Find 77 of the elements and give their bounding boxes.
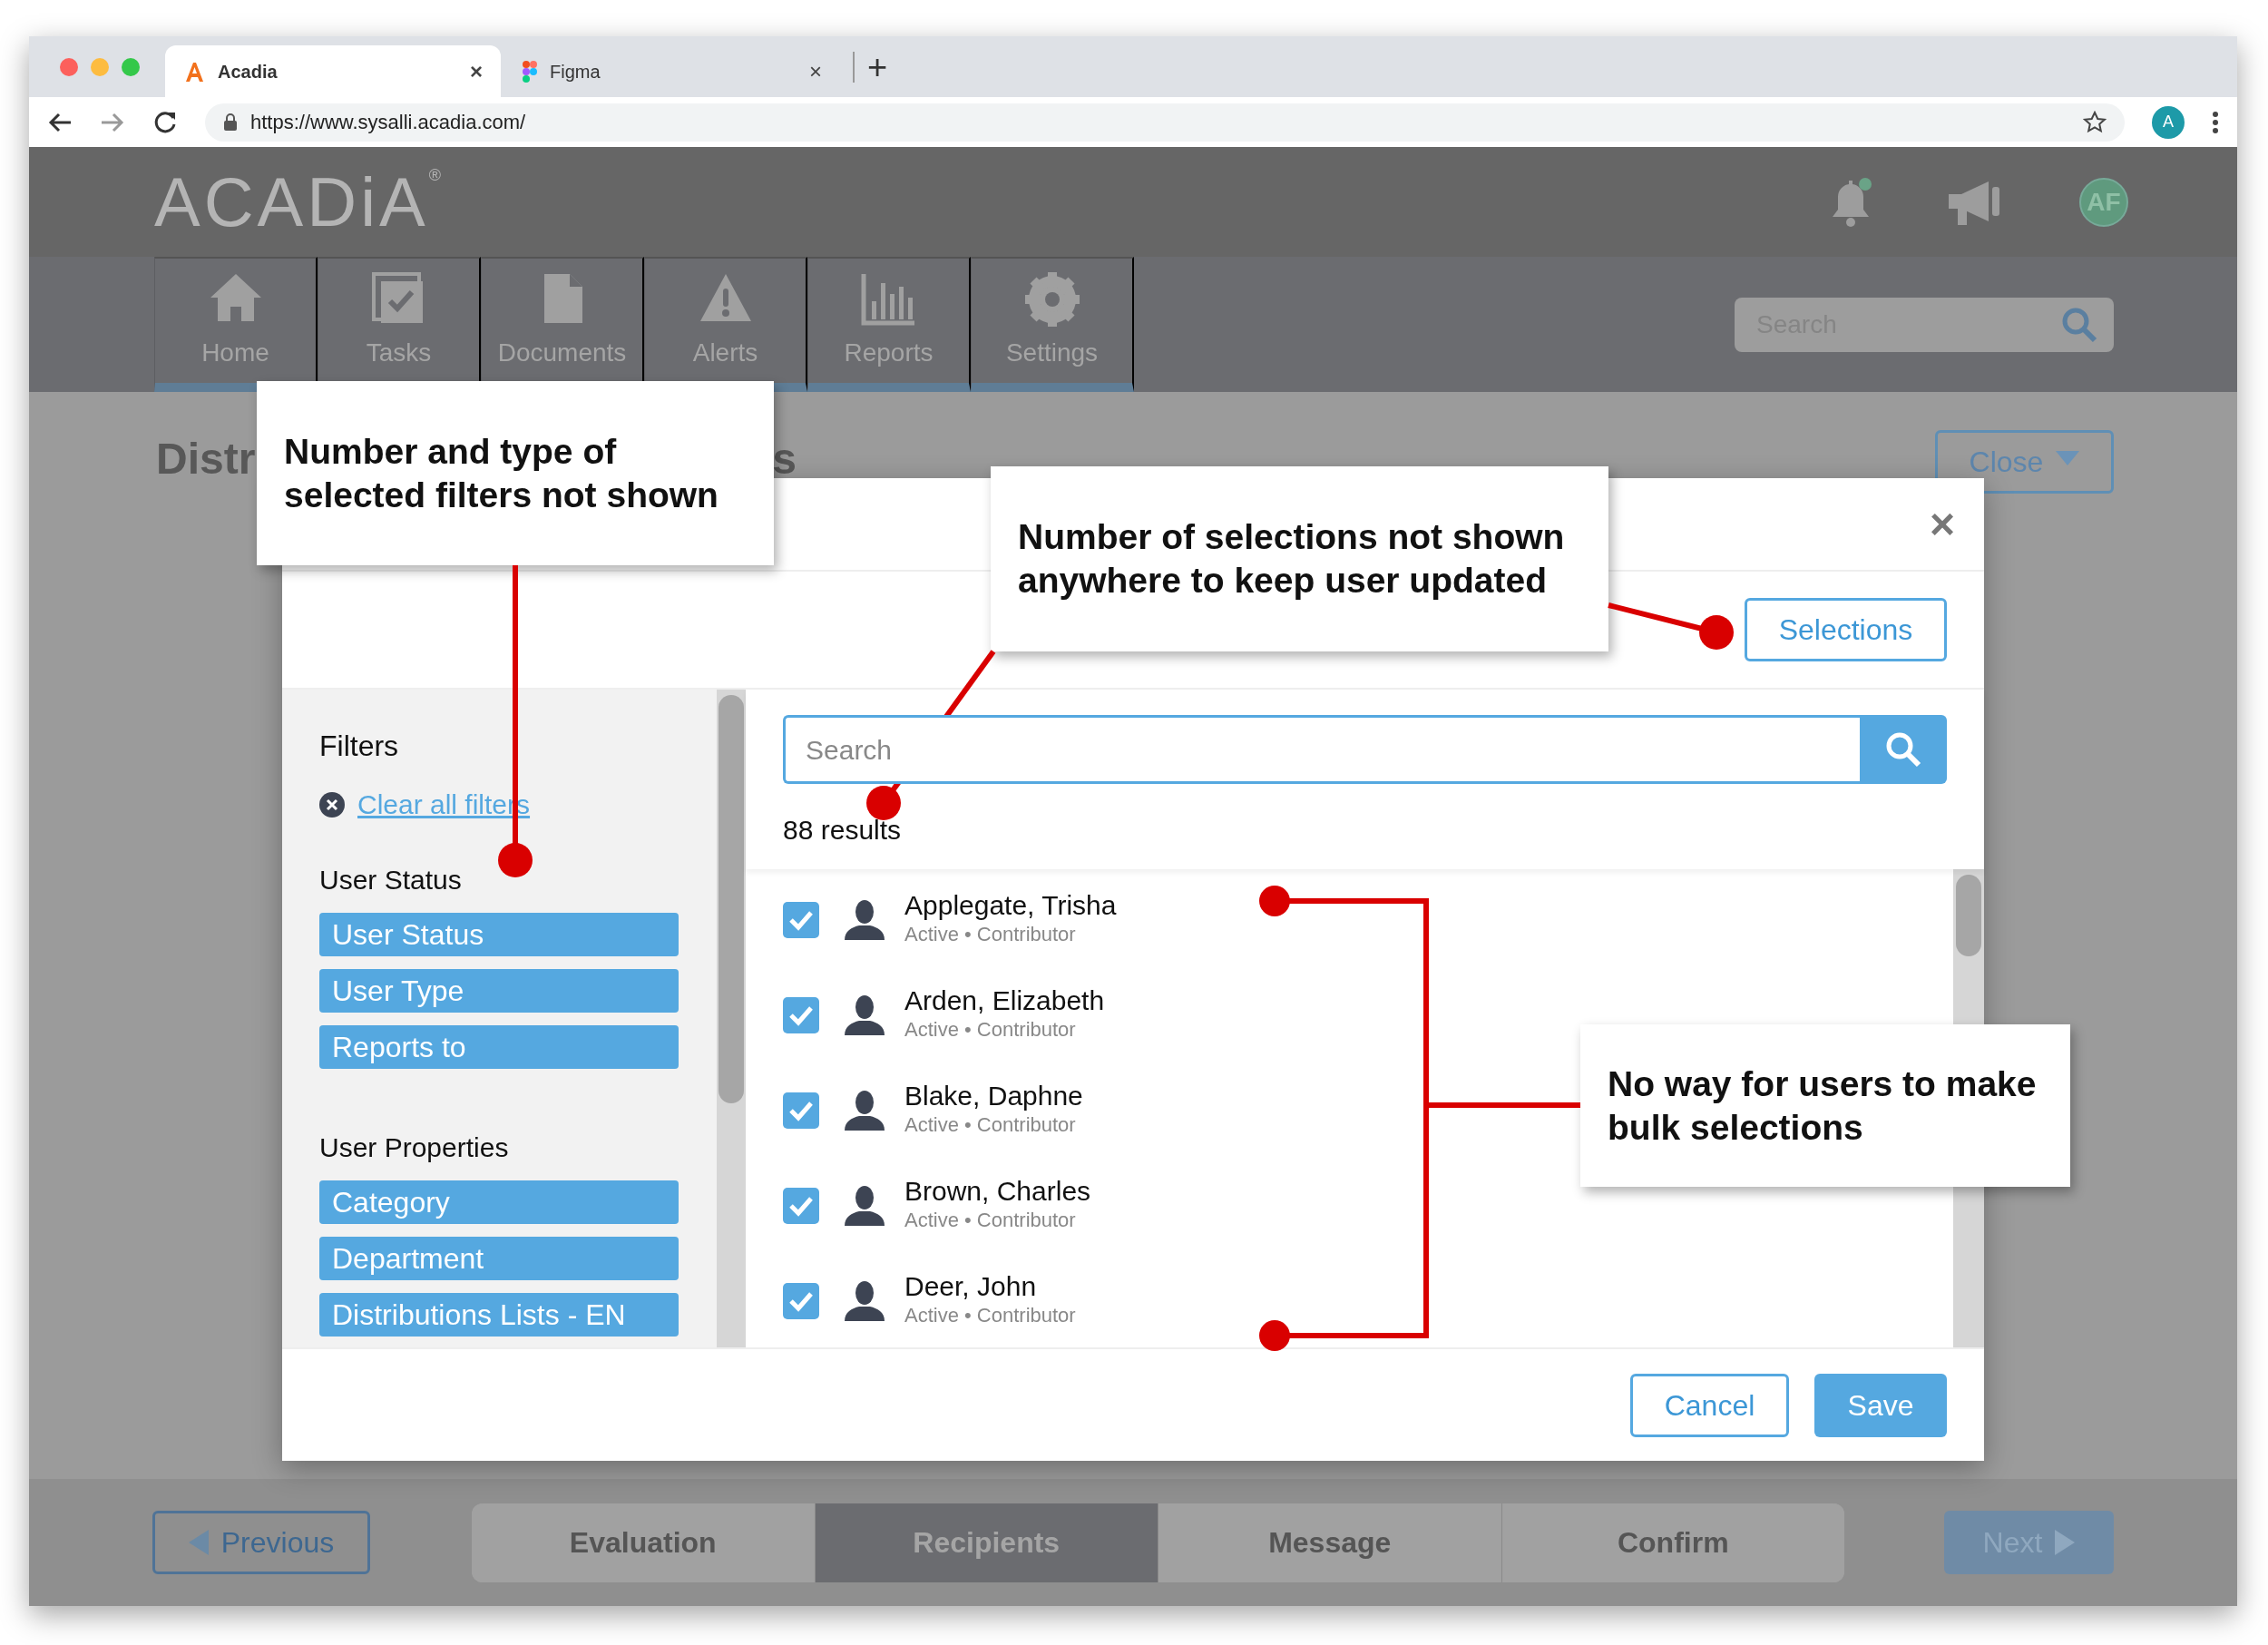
- previous-button[interactable]: Previous: [152, 1511, 370, 1574]
- check-icon: [788, 1290, 814, 1312]
- reload-icon[interactable]: [152, 109, 178, 135]
- cancel-button[interactable]: Cancel: [1630, 1373, 1789, 1437]
- scrollbar[interactable]: [717, 690, 746, 1347]
- search-field[interactable]: Search: [783, 715, 1860, 784]
- save-button[interactable]: Save: [1814, 1373, 1947, 1437]
- user-details: Active • Contributor: [904, 1303, 1076, 1328]
- callout-tooltip: Number and type of selected filters not shown: [257, 381, 774, 565]
- gear-icon: [1022, 270, 1081, 327]
- user-details: Active • Contributor: [904, 1208, 1077, 1233]
- tab-close-button[interactable]: ×: [470, 54, 483, 88]
- star-icon[interactable]: [2083, 110, 2107, 134]
- user-name: Deer, John: [904, 1270, 1038, 1303]
- search-icon[interactable]: [2061, 306, 2097, 343]
- checkbox[interactable]: [783, 1092, 819, 1129]
- person-icon: [843, 1089, 886, 1132]
- user-details: Active • Contributor: [904, 1112, 1077, 1138]
- person-icon: [843, 1279, 886, 1323]
- tab-title: Acadia: [218, 60, 278, 83]
- filter-button[interactable]: Department: [319, 1237, 679, 1280]
- tab-close-button[interactable]: ×: [809, 54, 822, 88]
- browser-tab[interactable]: Figma ×: [504, 45, 840, 97]
- search-icon: [1885, 731, 1921, 768]
- checkbox[interactable]: [783, 1283, 819, 1319]
- more-icon[interactable]: [2212, 110, 2219, 134]
- checkbox[interactable]: [783, 997, 819, 1033]
- url-text: https://www.sysalli.acadia.com/: [250, 110, 526, 135]
- step-tab[interactable]: Recipients: [815, 1503, 1158, 1582]
- callout-tooltip: Number of selections not shown anywhere to keep user updated: [991, 466, 1608, 651]
- a-logo-icon: [183, 60, 205, 83]
- person-icon: [843, 1184, 886, 1228]
- filters-heading: Filters: [319, 729, 400, 764]
- person-icon: [843, 994, 886, 1037]
- browser-tab[interactable]: Acadia ×: [165, 45, 501, 97]
- search-button[interactable]: [1860, 715, 1947, 784]
- checkbox[interactable]: [783, 1188, 819, 1224]
- user-name: Arden, Elizabeth: [904, 984, 1105, 1017]
- user-name: Blake, Daphne: [904, 1080, 1083, 1112]
- tab-title: Figma: [550, 60, 601, 83]
- new-tab-button[interactable]: +: [853, 51, 888, 83]
- filter-button[interactable]: Distributions Lists - EN: [319, 1293, 679, 1337]
- figma-icon: [523, 60, 537, 83]
- scrollbar-thumb[interactable]: [1956, 875, 1981, 956]
- filter-button[interactable]: User Type: [319, 969, 679, 1013]
- caret-icon: [2056, 451, 2080, 465]
- selections-button[interactable]: Selections: [1745, 598, 1947, 661]
- user-details: Active • Contributor: [904, 922, 1077, 947]
- check-icon: [788, 1195, 814, 1217]
- clear-icon[interactable]: [319, 791, 345, 818]
- scrollbar-thumb[interactable]: [719, 695, 744, 1103]
- page-title: Distr: [156, 437, 256, 481]
- filter-button[interactable]: User Status: [319, 913, 679, 956]
- lock-icon: [223, 113, 238, 132]
- caret-icon: [2055, 1530, 2076, 1555]
- group-heading: User Properties: [319, 1131, 510, 1164]
- check-icon: [788, 1004, 814, 1026]
- filter-button[interactable]: Category: [319, 1180, 679, 1224]
- close-button[interactable]: ×: [1923, 501, 1960, 547]
- check-icon: [788, 1100, 814, 1121]
- user-name: Applegate, Trisha: [904, 889, 1117, 922]
- app-logo[interactable]: ACADiA: [154, 167, 429, 237]
- group-heading: User Status: [319, 864, 463, 896]
- checkbox[interactable]: [783, 902, 819, 938]
- person-icon: [843, 898, 886, 942]
- check-icon: [788, 909, 814, 931]
- callout-tooltip: No way for users to make bulk selections: [1580, 1024, 2070, 1187]
- filter-button[interactable]: Reports to: [319, 1025, 679, 1069]
- caret-icon: [188, 1530, 209, 1555]
- results-count: 88 results: [783, 814, 903, 847]
- trademark-mark: ®: [428, 165, 441, 184]
- step-tab[interactable]: Evaluation: [472, 1503, 816, 1582]
- page-title: s: [772, 437, 797, 481]
- user-name: Brown, Charles: [904, 1175, 1091, 1208]
- address-bar[interactable]: https://www.sysalli.acadia.com/: [205, 103, 2125, 142]
- user-details: Active • Contributor: [904, 1017, 1077, 1043]
- profile-avatar[interactable]: A: [2152, 105, 2185, 139]
